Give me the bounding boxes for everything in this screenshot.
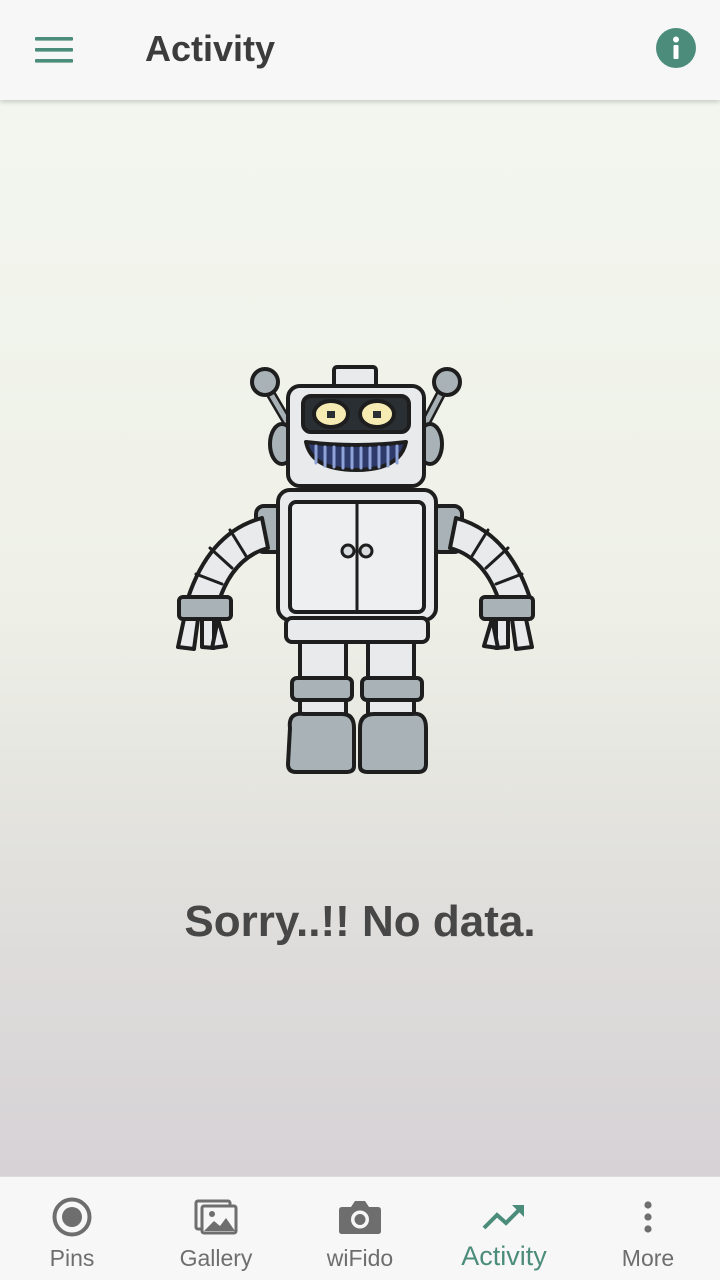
page-title: Activity xyxy=(145,28,276,69)
trending-up-icon xyxy=(480,1195,528,1239)
nav-label: Activity xyxy=(461,1241,547,1271)
nav-label: More xyxy=(621,1245,675,1271)
camera-icon xyxy=(336,1195,384,1239)
gallery-icon xyxy=(192,1195,240,1239)
nav-item-activity[interactable]: Activity xyxy=(432,1177,576,1280)
more-vertical-icon xyxy=(624,1195,672,1239)
app-bar: Activity xyxy=(0,0,720,100)
nav-item-gallery[interactable]: Gallery xyxy=(144,1177,288,1280)
nav-item-pins[interactable]: Pins xyxy=(0,1177,144,1280)
robot-illustration xyxy=(176,365,535,774)
empty-state-message: Sorry..!! No data. xyxy=(184,897,536,946)
nav-label: Pins xyxy=(49,1245,95,1271)
bottom-navigation: Pins Gallery wiFido Activity More xyxy=(0,1176,720,1280)
nav-item-wifido[interactable]: wiFido xyxy=(288,1177,432,1280)
radio-button-icon xyxy=(48,1195,96,1239)
main-content: Sorry..!! No data. xyxy=(0,100,720,1176)
nav-item-more[interactable]: More xyxy=(576,1177,720,1280)
nav-label: wiFido xyxy=(326,1245,394,1271)
info-icon[interactable] xyxy=(655,27,697,69)
hamburger-menu-icon[interactable] xyxy=(30,26,78,74)
nav-label: Gallery xyxy=(179,1245,253,1271)
